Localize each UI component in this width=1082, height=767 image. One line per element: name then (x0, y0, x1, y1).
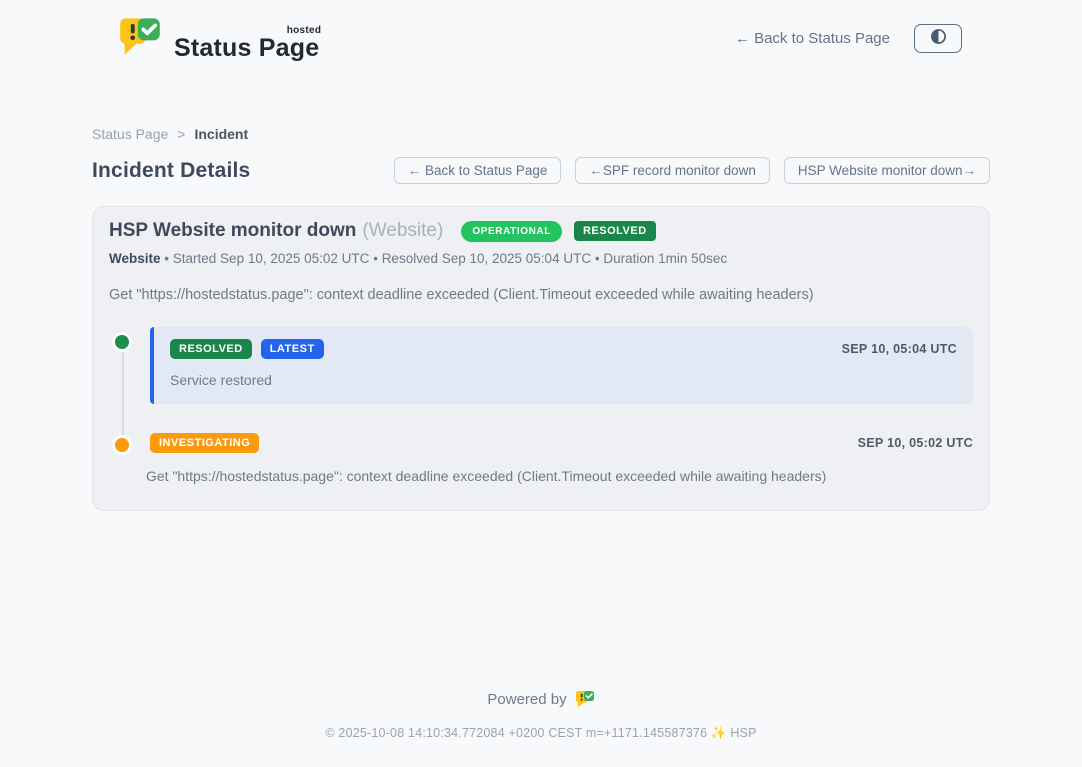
theme-toggle-button[interactable] (914, 24, 962, 53)
prev-incident-button[interactable]: ←SPF record monitor down (575, 157, 770, 184)
incident-card: HSP Website monitor down (Website) OPERA… (92, 206, 990, 511)
timeline-entry: RESOLVED LATEST SEP 10, 05:04 UTC Service… (109, 330, 973, 404)
brand-name: Status Pagehosted (174, 34, 321, 63)
incident-title: HSP Website monitor down (109, 220, 356, 242)
timeline-message: Get "https://hostedstatus.page": context… (146, 468, 973, 484)
status-page-logo-icon (118, 14, 162, 63)
back-to-status-page-button[interactable]: ← Back to Status Page (394, 157, 562, 184)
resolved-status-badge: RESOLVED (574, 221, 656, 241)
timeline-dot-column (109, 330, 150, 404)
header-back-to-status-page-link[interactable]: ← Back to Status Page (735, 30, 890, 47)
incident-resolved: Resolved Sep 10, 2025 05:04 UTC (382, 251, 591, 266)
incident-duration: Duration 1min 50sec (603, 251, 727, 266)
incident-meta: Website • Started Sep 10, 2025 05:02 UTC… (109, 251, 973, 266)
timeline-badges: INVESTIGATING (150, 433, 259, 453)
page-header: Status Pagehosted ← Back to Status Page (0, 0, 1082, 62)
copyright-line: © 2025-10-08 14:10:34.772084 +0200 CEST … (0, 726, 1082, 767)
page-footer: Powered by © 2025-10-08 14:10:34.772084 … (0, 689, 1082, 767)
investigating-badge: INVESTIGATING (150, 433, 259, 453)
breadcrumb-incident: Incident (194, 126, 248, 142)
timeline-timestamp: SEP 10, 05:04 UTC (842, 342, 957, 356)
breadcrumb: Status Page > Incident (92, 126, 990, 142)
resolved-badge: RESOLVED (170, 339, 252, 359)
incident-scope: (Website) (362, 220, 443, 242)
timeline-timestamp: SEP 10, 05:02 UTC (858, 436, 973, 450)
next-incident-button[interactable]: HSP Website monitor down→ (784, 157, 990, 184)
timeline-message: Service restored (170, 372, 957, 388)
latest-badge: LATEST (261, 339, 324, 359)
breadcrumb-separator: > (177, 126, 185, 142)
incident-started: Started Sep 10, 2025 05:02 UTC (173, 251, 370, 266)
brand-logo[interactable]: Status Pagehosted (118, 14, 321, 63)
timeline-status-dot (112, 435, 132, 455)
timeline-entry: INVESTIGATING SEP 10, 05:02 UTC Get "htt… (109, 433, 973, 484)
main-content: Status Page > Incident Incident Details … (92, 126, 990, 511)
incident-timeline: RESOLVED LATEST SEP 10, 05:04 UTC Service… (109, 330, 973, 484)
brand-hosted-label: hosted (287, 25, 322, 36)
footer-status-page-logo-icon[interactable] (575, 689, 595, 709)
circle-half-contrast-icon (930, 28, 947, 48)
page-title: Incident Details (92, 159, 250, 183)
incident-description: Get "https://hostedstatus.page": context… (109, 287, 973, 303)
timeline-badges: RESOLVED LATEST (170, 339, 324, 359)
incident-nav-buttons: ← Back to Status Page ←SPF record monito… (394, 157, 990, 184)
timeline-status-dot (112, 332, 132, 352)
timeline-dot-column (109, 433, 150, 484)
operational-status-badge: OPERATIONAL (461, 221, 562, 242)
breadcrumb-status-page-link[interactable]: Status Page (92, 126, 168, 142)
incident-component: Website (109, 251, 161, 266)
powered-by-label: Powered by (487, 691, 566, 708)
